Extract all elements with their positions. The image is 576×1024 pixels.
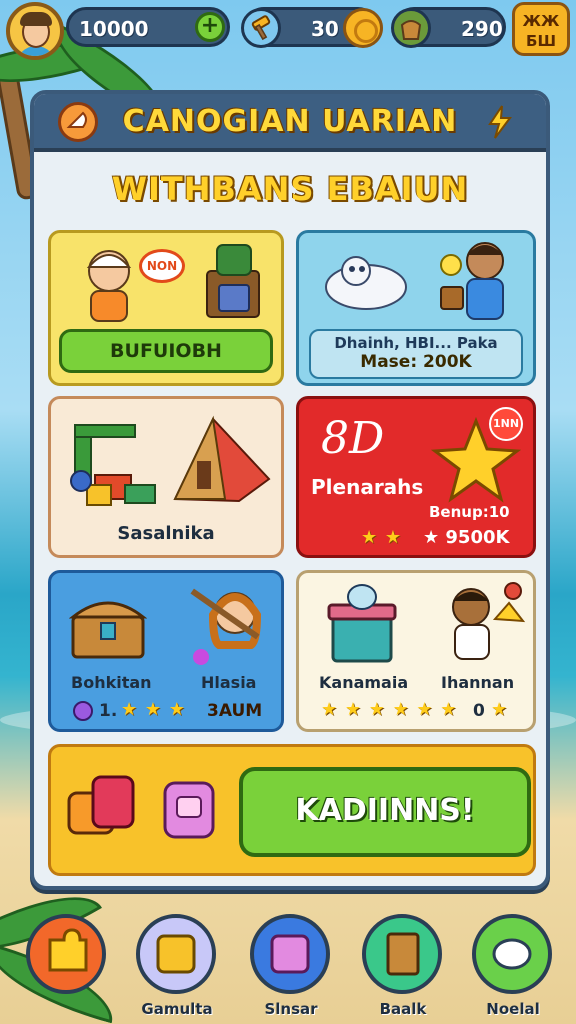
gift-end-star: ★ xyxy=(491,699,509,720)
card-camp[interactable]: Sasalnika xyxy=(48,396,284,558)
book-icon xyxy=(386,932,420,976)
card-cloud[interactable]: Dhainh, HBI... Paka Mase: 200K xyxy=(296,230,536,386)
cloud-info-line2: Mase: 200K xyxy=(360,352,472,372)
coin-icon xyxy=(343,8,383,48)
currency-2-value: 30 xyxy=(311,17,339,41)
currency-pill-1: 10000 + xyxy=(66,7,230,47)
gift-stars: ★ ★ ★ ★ ★ ★ xyxy=(321,699,458,720)
chat-icon xyxy=(492,938,532,970)
machine-icon xyxy=(206,244,260,318)
cloud-info-line1: Dhainh, HBI... Paka xyxy=(334,334,498,352)
corner-menu-button[interactable]: ЖЖ БШ xyxy=(512,2,570,56)
gift-right-label: Ihannan xyxy=(441,673,515,692)
card-gift[interactable]: Kanamaia Ihannan ★ ★ ★ ★ ★ ★ 0 ★ xyxy=(296,570,536,732)
main-play-button-label: KADIINNS! xyxy=(295,793,475,828)
player-avatar[interactable] xyxy=(6,2,64,60)
reward-stars: ★ ★ xyxy=(361,527,402,548)
tent-icon xyxy=(173,415,271,503)
girl-character-icon xyxy=(190,588,262,665)
gift-box-icon xyxy=(327,584,397,663)
hammer-icon xyxy=(241,8,281,48)
gem-icon xyxy=(73,701,93,721)
main-play-button[interactable]: KADIINNS! xyxy=(239,767,531,857)
box-icon xyxy=(270,934,310,974)
cloud-creature-icon xyxy=(325,256,407,310)
reward-bonus: Benup:10 xyxy=(429,503,510,521)
reward-badge: 1NN xyxy=(489,407,523,441)
reward-label: Plenarahs xyxy=(311,475,424,499)
card-shop-banner[interactable]: KADIINNS! xyxy=(48,744,536,876)
speech-bubble-text: NON xyxy=(146,259,178,273)
kid-character-icon xyxy=(440,242,504,320)
potion-icon xyxy=(163,781,215,839)
gift-count: 0 xyxy=(473,701,485,721)
bag-icon xyxy=(391,8,431,48)
currency-1-value: 10000 xyxy=(79,17,149,41)
nav-gamulta-button[interactable] xyxy=(136,914,216,994)
builder-button-label: BUFUIOBH xyxy=(110,340,222,362)
builder-action-button[interactable]: BUFUIOBH xyxy=(59,329,273,373)
nav-label-5: Noelal xyxy=(486,1000,540,1018)
cloud-info-box: Dhainh, HBI... Paka Mase: 200K xyxy=(309,329,523,379)
reward-badge-text: 1NN xyxy=(492,417,520,430)
nav-puzzle-button[interactable] xyxy=(26,914,106,994)
currency-pill-3: 290 xyxy=(391,7,506,48)
nav-baalk-button[interactable] xyxy=(362,914,442,994)
puzzle-icon xyxy=(48,928,88,972)
chest-prefix: 1. xyxy=(99,701,118,721)
nav-label-4: Baalk xyxy=(379,1000,427,1018)
panel-header: CANOGIAN UARIAN xyxy=(34,94,546,152)
panel-title: CANOGIAN UARIAN xyxy=(122,104,458,139)
currency-pill-2: 30 xyxy=(241,7,383,48)
boy-character-icon xyxy=(452,582,526,660)
card-chest[interactable]: Bohkitan Hlasia 1. ★ ★ ★ 3AUM xyxy=(48,570,284,732)
builder-character-icon xyxy=(86,250,132,322)
corner-button-label: ЖЖ БШ xyxy=(522,12,560,50)
chest-right-label: Hlasia xyxy=(201,673,257,692)
speech-bubble: NON xyxy=(139,249,185,283)
top-bar: 10000 + 30 290 ЖЖ БШ xyxy=(0,0,576,60)
add-currency-button[interactable]: + xyxy=(195,12,225,42)
currency-3-value: 290 xyxy=(461,17,503,41)
camp-label: Sasalnika xyxy=(117,523,215,544)
bottom-nav: Gamulta Slnsar Baalk Noelal xyxy=(0,908,576,1024)
chest-icon xyxy=(69,601,147,659)
chest-value: 3AUM xyxy=(207,701,263,721)
nav-label-3: Slnsar xyxy=(264,1000,318,1018)
nav-noelal-button[interactable] xyxy=(472,914,552,994)
gift-left-label: Kanamaia xyxy=(319,673,409,692)
card-builder[interactable]: NON BUFUIOBH xyxy=(48,230,284,386)
nav-label-2: Gamulta xyxy=(141,1000,213,1018)
panel-subtitle: WITHBANS EBAIUN xyxy=(111,170,469,208)
blocks-icon xyxy=(70,424,156,506)
chest-stars: ★ ★ ★ xyxy=(121,699,186,720)
main-panel: CANOGIAN UARIAN WITHBANS EBAIUN NON BUFU… xyxy=(30,90,550,890)
scroll-icon xyxy=(156,934,196,974)
reward-value: ★ 9500K xyxy=(423,527,510,548)
bag-items-icon xyxy=(67,775,135,835)
nav-slnsar-button[interactable] xyxy=(250,914,330,994)
reward-big-number: 8D xyxy=(321,413,385,464)
lightning-icon[interactable] xyxy=(480,102,520,142)
card-star-reward[interactable]: 8D Plenarahs 1NN Benup:10 ★ ★ ★ 9500K xyxy=(296,396,536,558)
chest-left-label: Bohkitan xyxy=(71,673,152,692)
